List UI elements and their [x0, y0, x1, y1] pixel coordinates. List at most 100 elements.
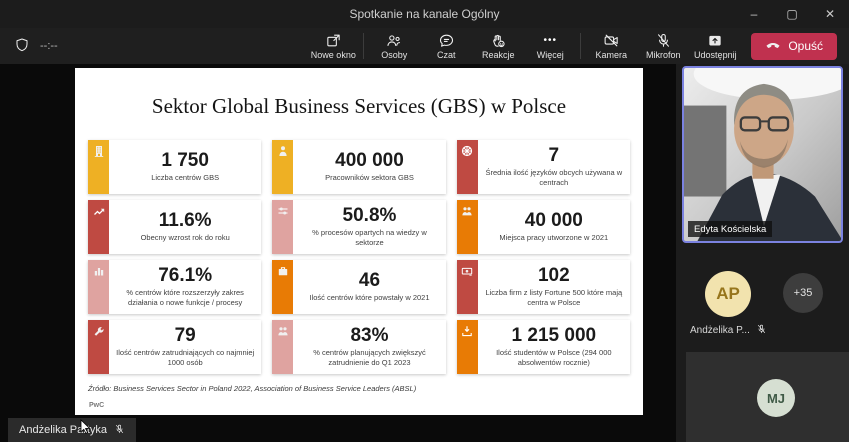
hangup-icon [765, 39, 781, 53]
stat-label: Miejsca pracy utworzone w 2021 [499, 233, 608, 243]
close-icon[interactable]: ✕ [811, 0, 849, 28]
stat-card: 11.6% Obecny wzrost rok do roku [88, 200, 261, 254]
shield-icon [14, 37, 30, 56]
participant-video-tile[interactable]: MJ [686, 352, 849, 442]
more-icon: ••• [544, 32, 558, 49]
participants-sidebar: Edyta Kościelska AP +35 Andżelika P... M… [676, 64, 849, 442]
more-button[interactable]: ••• Więcej [524, 32, 576, 60]
stat-card: 1 750 Liczba centrów GBS [88, 140, 261, 194]
building-icon [88, 140, 109, 194]
wrench-icon [88, 320, 109, 374]
stat-card: 79 Ilość centrów zatrudniających co najm… [88, 320, 261, 374]
stat-label: Średnia ilość języków obcych używana w c… [482, 168, 626, 188]
stat-label: % centrów które rozszerzyły zakres dział… [113, 288, 257, 308]
sliders-icon [272, 200, 293, 254]
stat-value: 7 [549, 146, 560, 166]
minimize-icon[interactable]: – [735, 0, 773, 28]
window-title: Spotkanie na kanale Ogólny [0, 7, 849, 21]
download-icon [457, 320, 478, 374]
mic-off-icon [114, 423, 125, 438]
stat-label: Obecny wzrost rok do roku [141, 233, 230, 243]
presentation-slide: Sektor Global Business Services (GBS) w … [75, 68, 643, 415]
meeting-stage-area: Sektor Global Business Services (GBS) w … [0, 64, 849, 442]
leave-button[interactable]: Opuść [751, 33, 837, 60]
stat-value: 50.8% [343, 206, 397, 226]
share-screen-icon [706, 32, 724, 49]
overflow-participants-badge[interactable]: +35 [783, 273, 823, 313]
stat-cards-grid: 1 750 Liczba centrów GBS 400 000 Pracown… [88, 140, 630, 374]
participant-avatar[interactable]: AP [705, 271, 751, 317]
people-icon [385, 32, 403, 49]
people-icon [457, 200, 478, 254]
slide-source-note: Źródło: Business Services Sector in Pola… [88, 384, 416, 393]
reactions-icon [489, 32, 507, 49]
chat-button[interactable]: Czat [420, 32, 472, 60]
stat-label: Liczba centrów GBS [151, 173, 219, 183]
stat-label: Liczba firm z listy Fortune 500 które ma… [482, 288, 626, 308]
active-speaker-video-tile[interactable]: Edyta Kościelska [682, 66, 843, 243]
stat-card: 1 215 000 Ilość studentów w Polsce (294 … [457, 320, 630, 374]
camera-off-icon [602, 32, 621, 49]
trend-up-icon [88, 200, 109, 254]
stat-card: 50.8% % procesów opartych na wiedzy w se… [272, 200, 445, 254]
meeting-timer: --:-- [40, 40, 58, 52]
stat-value: 400 000 [335, 151, 404, 171]
participant-avatar: MJ [757, 379, 795, 417]
meeting-status: --:-- [14, 37, 58, 56]
stat-value: 1 215 000 [512, 326, 597, 346]
stat-value: 102 [538, 266, 570, 286]
camera-button[interactable]: Kamera [585, 32, 637, 60]
stat-card: 83% % centrów planujących zwiększyć zatr… [272, 320, 445, 374]
window-controls: – ▢ ✕ [735, 0, 849, 28]
stat-card: 7 Średnia ilość języków obcych używana w… [457, 140, 630, 194]
stat-card: 102 Liczba firm z listy Fortune 500 któr… [457, 260, 630, 314]
participant-name: Andżelika P... [690, 325, 750, 336]
stat-label: Pracowników sektora GBS [325, 173, 414, 183]
meeting-toolbar: --:-- Nowe okno Osoby Czat [0, 28, 849, 64]
stat-label: Ilość centrów które powstały w 2021 [309, 293, 429, 303]
slide-title: Sektor Global Business Services (GBS) w … [75, 94, 643, 119]
people-button[interactable]: Osoby [368, 32, 420, 60]
stat-label: % procesów opartych na wiedzy w sektorze [297, 228, 441, 248]
banknote-icon [457, 260, 478, 314]
speaker-video-feed [684, 68, 841, 241]
presenter-name: Andżelika Partyka [19, 424, 107, 436]
chat-icon [438, 32, 455, 49]
stat-card: 40 000 Miejsca pracy utworzone w 2021 [457, 200, 630, 254]
speaker-name-label: Edyta Kościelska [688, 221, 772, 237]
maximize-icon[interactable]: ▢ [773, 0, 811, 28]
stat-value: 11.6% [159, 211, 212, 231]
stat-value: 40 000 [525, 211, 583, 231]
person-icon [272, 140, 293, 194]
stat-card: 76.1% % centrów które rozszerzyły zakres… [88, 260, 261, 314]
stat-label: Ilość centrów zatrudniających co najmnie… [113, 348, 257, 368]
stat-label: % centrów planujących zwiększyć zatrudni… [297, 348, 441, 368]
people-icon [272, 320, 293, 374]
toolbar-separator [580, 33, 581, 59]
stat-card: 400 000 Pracowników sektora GBS [272, 140, 445, 194]
stat-value: 1 750 [161, 151, 209, 171]
mic-off-icon [756, 323, 767, 338]
share-screen-button[interactable]: Udostępnij [689, 32, 741, 60]
mouse-cursor-icon [80, 419, 91, 439]
new-window-icon [325, 32, 342, 49]
reactions-button[interactable]: Reakcje [472, 32, 524, 60]
stat-value: 76.1% [158, 266, 212, 286]
teams-meeting-window: Spotkanie na kanale Ogólny – ▢ ✕ --:-- N… [0, 0, 849, 442]
toolbar-buttons: Nowe okno Osoby Czat Reakcje [307, 32, 849, 60]
presenter-name-chip: Andżelika Partyka [8, 418, 136, 442]
stat-value: 79 [175, 326, 196, 346]
new-window-button[interactable]: Nowe okno [307, 32, 359, 60]
briefcase-icon [272, 260, 293, 314]
stat-card: 46 Ilość centrów które powstały w 2021 [272, 260, 445, 314]
pwc-logo: PwC [89, 402, 104, 409]
stat-value: 46 [359, 271, 380, 291]
participant-name-row: Andżelika P... [690, 323, 840, 338]
toolbar-separator [363, 33, 364, 59]
stat-value: 83% [350, 326, 388, 346]
titlebar: Spotkanie na kanale Ogólny – ▢ ✕ [0, 0, 849, 28]
screen-share-stage: Sektor Global Business Services (GBS) w … [0, 64, 676, 442]
microphone-button[interactable]: Mikrofon [637, 32, 689, 60]
mic-off-icon [655, 32, 672, 49]
globe-icon [457, 140, 478, 194]
